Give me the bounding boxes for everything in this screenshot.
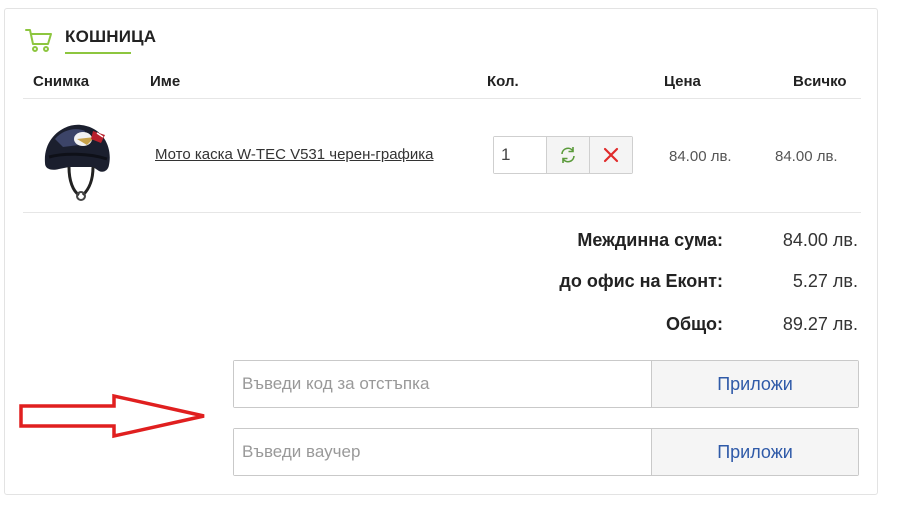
arrow-annotation-icon	[19, 393, 205, 439]
update-quantity-button[interactable]	[546, 137, 589, 173]
page-title: КОШНИЦА	[65, 27, 157, 46]
apply-voucher-button[interactable]: Приложи	[651, 429, 858, 475]
subtotal-value: 84.00 лв.	[782, 230, 858, 250]
subtotal-label: Междинна сума:	[577, 230, 723, 250]
item-price: 84.00 лв.	[669, 148, 732, 165]
total-label: Общо:	[665, 314, 723, 334]
quantity-control	[493, 136, 633, 174]
shopping-cart-icon	[25, 29, 52, 52]
item-total: 84.00 лв.	[775, 148, 838, 165]
product-name-link[interactable]: Мото каска W-TEC V531 черен-графика	[155, 146, 434, 163]
quantity-input[interactable]	[494, 137, 546, 173]
column-header-total: Всичко	[793, 73, 847, 90]
refresh-icon	[561, 147, 575, 163]
voucher-input[interactable]	[234, 429, 651, 475]
shipping-value: 5.27 лв.	[792, 271, 858, 291]
items-divider	[23, 212, 861, 213]
column-header-image: Снимка	[33, 73, 90, 90]
shipping-label: до офис на Еконт:	[559, 271, 723, 291]
column-header-price: Цена	[664, 73, 701, 90]
title-underline	[65, 52, 131, 54]
discount-code-group: Приложи	[233, 360, 859, 408]
column-header-qty: Кол.	[487, 73, 519, 90]
apply-discount-button[interactable]: Приложи	[651, 361, 858, 407]
close-icon	[603, 147, 619, 163]
discount-code-input[interactable]	[234, 361, 651, 407]
total-value: 89.27 лв.	[782, 314, 858, 334]
product-thumbnail[interactable]	[39, 117, 115, 203]
column-header-name: Име	[150, 73, 181, 90]
voucher-group: Приложи	[233, 428, 859, 476]
header-divider	[23, 98, 861, 99]
remove-item-button[interactable]	[589, 137, 632, 173]
